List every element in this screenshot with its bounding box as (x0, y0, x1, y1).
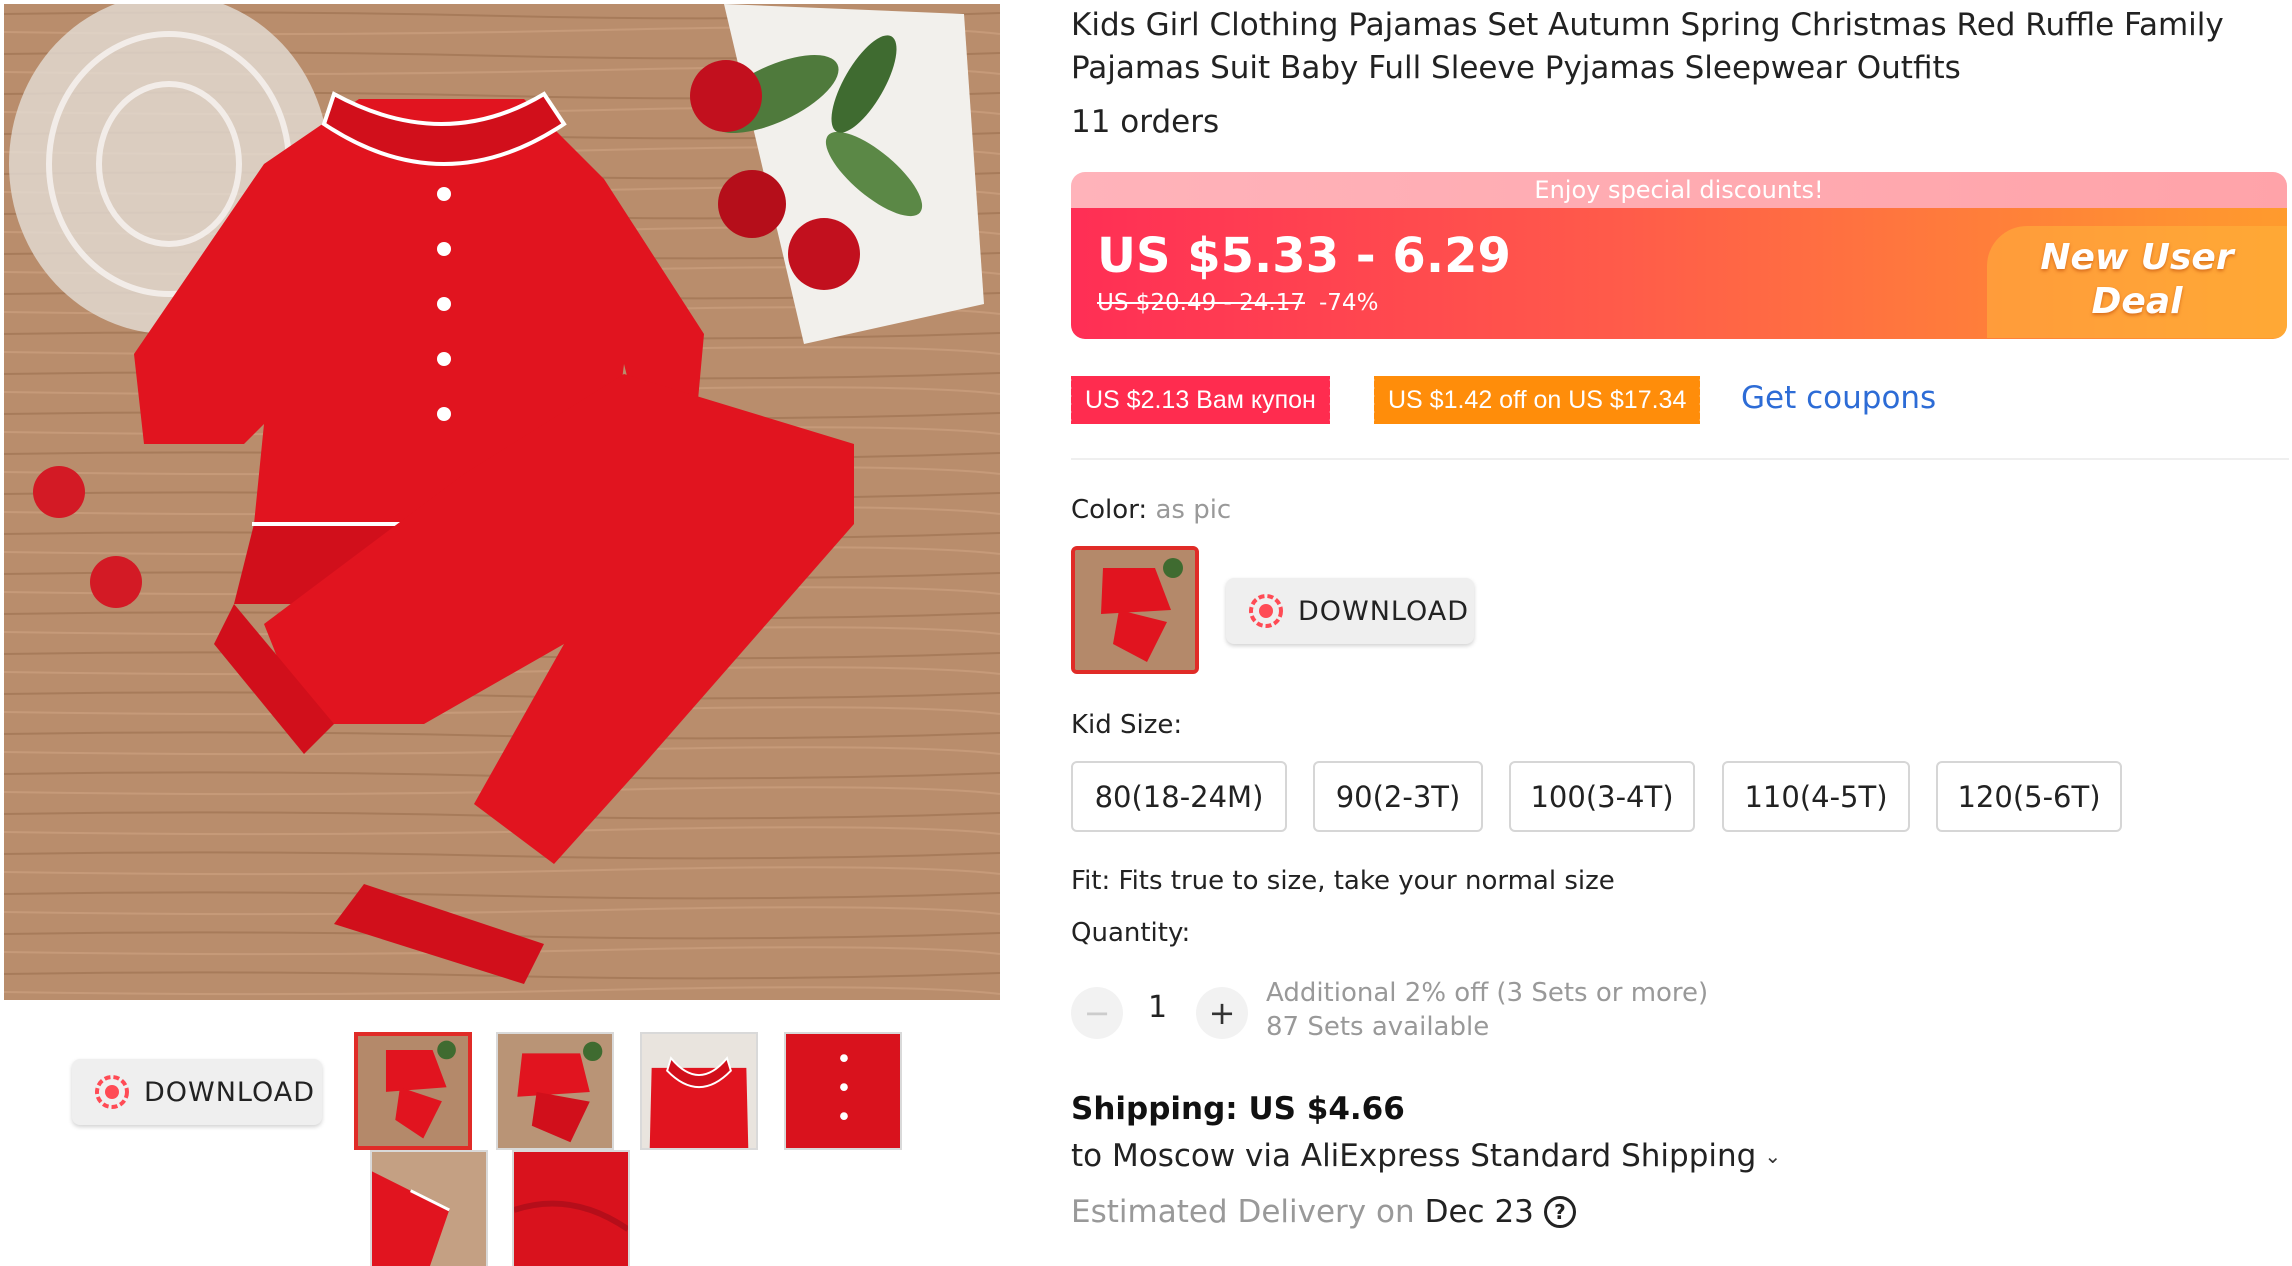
bulk-discount-note: Additional 2% off (3 Sets or more) (1266, 978, 1709, 1008)
order-count: 11 orders (1071, 104, 1220, 140)
thumbnail-2[interactable] (496, 1032, 614, 1150)
size-option-100[interactable]: 100(3-4T) (1509, 761, 1695, 832)
size-option-120[interactable]: 120(5-6T) (1936, 761, 2122, 832)
new-user-deal-badge: New User Deal (1987, 226, 2287, 338)
coupon-discount[interactable]: US $1.42 off on US $17.34 (1370, 376, 1704, 424)
quantity-label: Quantity: (1071, 918, 1191, 948)
chevron-down-icon: ⌄ (1764, 1144, 1782, 1168)
divider (1071, 458, 2289, 460)
download-label: DOWNLOAD (144, 1076, 316, 1108)
download-icon (1249, 594, 1283, 628)
discount-percent: -74% (1319, 290, 1379, 316)
color-label-text: Color: (1071, 495, 1148, 525)
quantity-decrease-button[interactable]: − (1071, 987, 1123, 1039)
shipping-route-selector[interactable]: to Moscow via AliExpress Standard Shippi… (1071, 1138, 1781, 1174)
fit-note: Fit: Fits true to size, take your normal… (1071, 866, 1615, 896)
color-download-button[interactable]: DOWNLOAD (1226, 578, 1474, 644)
thumbnail-5[interactable] (370, 1150, 488, 1266)
thumbnail-4[interactable] (784, 1032, 902, 1150)
original-price-row: US $20.49 - 24.17 -74% (1097, 290, 1378, 316)
coupon-store[interactable]: US $2.13 Вам купон (1068, 376, 1333, 424)
quantity-value[interactable]: 1 (1148, 990, 1167, 1025)
price-range: US $5.33 - 6.29 (1097, 228, 1511, 284)
delivery-date: Dec 23 (1424, 1194, 1534, 1230)
main-product-image[interactable] (4, 4, 1000, 1000)
thumbnail-1[interactable] (354, 1032, 472, 1150)
quantity-increase-button[interactable]: + (1196, 987, 1248, 1039)
size-label: Kid Size: (1071, 710, 1183, 740)
size-option-80[interactable]: 80(18-24M) (1071, 761, 1287, 832)
color-label: Color: as pic (1071, 495, 1231, 525)
product-title: Kids Girl Clothing Pajamas Set Autumn Sp… (1071, 7, 2224, 86)
download-label: DOWNLOAD (1298, 595, 1470, 627)
original-price: US $20.49 - 24.17 (1097, 290, 1305, 316)
delivery-prefix: Estimated Delivery on (1071, 1194, 1415, 1230)
deal-line-2: Deal (2091, 281, 2183, 322)
estimated-delivery: Estimated Delivery on Dec 23 ? (1071, 1194, 1576, 1230)
deal-line-1: New User (2040, 237, 2234, 278)
stock-available: 87 Sets available (1266, 1012, 1490, 1042)
price-panel: US $5.33 - 6.29 US $20.49 - 24.17 -74% Ne… (1071, 208, 2287, 339)
get-coupons-link[interactable]: Get coupons (1741, 380, 1936, 416)
download-icon (95, 1075, 129, 1109)
thumbnail-3[interactable] (640, 1032, 758, 1150)
thumbnail-6[interactable] (512, 1150, 630, 1266)
color-option-as-pic[interactable] (1071, 546, 1199, 674)
question-circle-icon[interactable]: ? (1543, 1196, 1576, 1228)
price-banner: Enjoy special discounts! US $5.33 - 6.29… (1071, 172, 2287, 339)
discount-banner-text: Enjoy special discounts! (1071, 172, 2287, 208)
size-option-90[interactable]: 90(2-3T) (1313, 761, 1483, 832)
shipping-route: to Moscow via AliExpress Standard Shippi… (1071, 1138, 1757, 1174)
download-button[interactable]: DOWNLOAD (72, 1059, 322, 1125)
size-option-110[interactable]: 110(4-5T) (1722, 761, 1910, 832)
color-value: as pic (1155, 495, 1232, 525)
shipping-cost: Shipping: US $4.66 (1071, 1091, 1405, 1127)
